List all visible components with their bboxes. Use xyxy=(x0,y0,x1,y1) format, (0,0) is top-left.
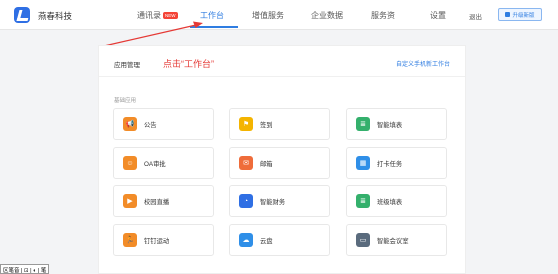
app-card[interactable]: ✉ 邮箱 xyxy=(229,147,330,179)
app-card[interactable]: 🏃 钉钉运动 xyxy=(113,224,214,256)
app-card[interactable]: 📢 公告 xyxy=(113,108,214,140)
app-card[interactable]: ▦ 打卡任务 xyxy=(346,147,447,179)
group-label: 基础应用 xyxy=(114,98,137,104)
app-card[interactable]: ☁ 云盘 xyxy=(229,224,330,256)
finance-icon: ◔ xyxy=(239,194,253,208)
app-card-label: 智能会议室 xyxy=(377,237,409,245)
app-card[interactable]: ≣ 班级填表 xyxy=(346,185,447,217)
app-card-label: 云盘 xyxy=(260,237,273,245)
section-title: 应用管理 xyxy=(114,62,140,69)
megaphone-icon: 📢 xyxy=(123,117,137,131)
app-card-label: 班级填表 xyxy=(377,198,403,206)
app-card[interactable]: ▶ 校园直播 xyxy=(113,185,214,217)
cloud-icon: ☁ xyxy=(239,233,253,247)
app-card-label: 公告 xyxy=(144,121,157,129)
app-card[interactable]: ⚑ 签到 xyxy=(229,108,330,140)
person-icon: ☺ xyxy=(123,156,137,170)
app-card[interactable]: ▭ 智能会议室 xyxy=(346,224,447,256)
location-pin-icon: ⚑ xyxy=(239,117,253,131)
app-card-label: 打卡任务 xyxy=(377,160,403,168)
annotation-text: 点击“工作台” xyxy=(163,59,214,69)
monitor-icon: ▭ xyxy=(356,233,370,247)
running-icon: 🏃 xyxy=(123,233,137,247)
app-card-label: 智能填表 xyxy=(377,121,403,129)
customize-workbench-link[interactable]: 自定义手机新工作台 xyxy=(396,59,450,68)
class-form-icon: ≣ xyxy=(356,194,370,208)
app-card-label: 智能财务 xyxy=(260,198,286,206)
app-card-label: 校园直播 xyxy=(144,198,170,206)
calendar-icon: ▦ xyxy=(356,156,370,170)
app-card-label: OA审批 xyxy=(144,160,166,168)
form-icon: ≣ xyxy=(356,117,370,131)
app-card[interactable]: ◔ 智能财务 xyxy=(229,185,330,217)
divider xyxy=(99,76,465,77)
app-card-label: 邮箱 xyxy=(260,160,273,168)
app-card[interactable]: ☺ OA审批 xyxy=(113,147,214,179)
play-icon: ▶ xyxy=(123,194,137,208)
mail-icon: ✉ xyxy=(239,156,253,170)
taskbar-fragment: 区笔音 | ⊡ | ◐ | 笔 xyxy=(0,264,50,274)
app-card[interactable]: ≣ 智能填表 xyxy=(346,108,447,140)
app-card-label: 钉钉运动 xyxy=(144,237,170,245)
app-card-label: 签到 xyxy=(260,121,273,129)
